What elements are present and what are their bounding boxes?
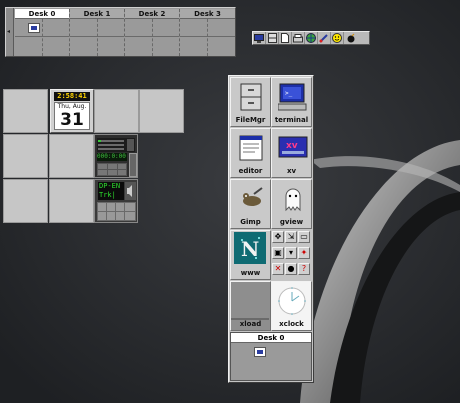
day-number: 31 bbox=[60, 110, 84, 130]
resize-icon[interactable]: ⇲ bbox=[285, 231, 297, 243]
empty-slot bbox=[3, 134, 48, 178]
clock-time: 2:58:41 bbox=[54, 92, 90, 101]
mini-pager[interactable]: Desk 0 bbox=[230, 332, 312, 381]
monitor-icon[interactable] bbox=[253, 32, 266, 44]
desk-label: Desk 0 bbox=[15, 9, 69, 19]
globe-icon[interactable] bbox=[305, 32, 318, 44]
desk-2[interactable]: Desk 2 bbox=[125, 9, 180, 56]
mixer-applet[interactable]: DP-EN Trk| bbox=[94, 179, 138, 223]
cd-player-applet[interactable]: 000:0:00 bbox=[94, 134, 138, 178]
bomb-icon[interactable] bbox=[344, 32, 357, 44]
empty-slot bbox=[3, 89, 48, 133]
analog-clock-icon bbox=[278, 287, 306, 315]
cabinet-icon[interactable] bbox=[266, 32, 279, 44]
desk-area bbox=[15, 19, 69, 56]
bomb-icon[interactable]: ● bbox=[285, 263, 297, 275]
document-icon[interactable] bbox=[279, 32, 292, 44]
filemgr-button[interactable]: FileMgr bbox=[230, 77, 271, 127]
printer-icon[interactable] bbox=[292, 32, 305, 44]
desk-label: Desk 1 bbox=[70, 9, 124, 19]
iconify-icon[interactable]: ▾ bbox=[285, 247, 297, 259]
empty-slot bbox=[49, 134, 94, 178]
button-label: terminal bbox=[274, 116, 309, 124]
button-label: gview bbox=[279, 218, 304, 226]
terminal-icon: >_ bbox=[278, 83, 307, 111]
date-clock-applet[interactable]: 2:58:41 Thu, Aug. 31 bbox=[50, 89, 94, 133]
netscape-icon: N bbox=[234, 232, 266, 264]
desk-0[interactable]: Desk 0 bbox=[15, 9, 70, 56]
window-icon[interactable]: ▭ bbox=[298, 231, 310, 243]
desk-label: Desk 2 bbox=[125, 9, 179, 19]
empty-slot bbox=[3, 179, 48, 223]
speaker-icon bbox=[125, 182, 136, 200]
terminal-button[interactable]: >_ terminal bbox=[271, 77, 312, 127]
eject-button-icon[interactable] bbox=[129, 153, 137, 177]
desk-area bbox=[180, 19, 235, 56]
desk-1[interactable]: Desk 1 bbox=[70, 9, 125, 56]
mixer-buttons-icon[interactable] bbox=[97, 202, 136, 221]
xload-graph-icon bbox=[231, 282, 269, 320]
mixer-line-1: DP-EN bbox=[99, 182, 121, 190]
xv-button[interactable]: xv xv bbox=[271, 128, 312, 178]
xclock-button[interactable]: xclock bbox=[271, 281, 312, 331]
arrow-left-icon: ◂ bbox=[7, 28, 11, 35]
help-icon[interactable]: ? bbox=[298, 263, 310, 275]
svg-text:>_: >_ bbox=[285, 90, 293, 97]
smiley-icon[interactable] bbox=[331, 32, 344, 44]
mixer-display: DP-EN Trk| bbox=[98, 182, 124, 200]
gimp-button[interactable]: Gimp bbox=[230, 179, 271, 229]
www-button[interactable]: N www bbox=[230, 230, 271, 280]
desk-label: Desk 3 bbox=[180, 9, 235, 19]
button-label: FileMgr bbox=[235, 116, 266, 124]
desk-area bbox=[125, 19, 179, 56]
svg-text:N: N bbox=[241, 237, 259, 261]
cd-time-display: 000:0:00 bbox=[97, 153, 127, 161]
mini-pager-label: Desk 0 bbox=[231, 333, 311, 343]
gview-button[interactable]: gview bbox=[271, 179, 312, 229]
cd-controls-icon[interactable] bbox=[97, 163, 127, 176]
gimp-icon bbox=[243, 187, 263, 206]
launcher-panel: FileMgr >_ terminal editor xv xv Gimp gv… bbox=[228, 75, 314, 383]
empty-slot bbox=[139, 89, 184, 133]
button-label: Gimp bbox=[240, 218, 261, 226]
svg-text:xv: xv bbox=[286, 141, 298, 151]
button-label: editor bbox=[238, 167, 263, 175]
editor-icon bbox=[239, 135, 263, 161]
editor-button[interactable]: editor bbox=[230, 128, 271, 178]
maximize-icon[interactable]: ▣ bbox=[272, 247, 284, 259]
mixer-line-2: Trk| bbox=[99, 191, 116, 199]
button-label: xclock bbox=[279, 320, 304, 328]
xv-icon: xv bbox=[278, 136, 308, 158]
button-label: www bbox=[240, 269, 261, 277]
desk-3[interactable]: Desk 3 bbox=[180, 9, 235, 56]
xload-button[interactable]: xload bbox=[230, 281, 271, 331]
empty-slot bbox=[49, 179, 94, 223]
button-label: xv bbox=[286, 167, 297, 175]
move-icon[interactable]: ✥ bbox=[272, 231, 284, 243]
mini-window-icon[interactable] bbox=[254, 347, 266, 357]
button-label: xload bbox=[239, 320, 262, 328]
close-icon[interactable]: ✕ bbox=[272, 263, 284, 275]
pager-handle[interactable]: ◂ bbox=[6, 8, 14, 56]
paint-icon[interactable] bbox=[318, 32, 331, 44]
pin-icon[interactable]: ✦ bbox=[298, 247, 310, 259]
icon-toolbar bbox=[252, 31, 370, 45]
ghost-icon bbox=[285, 188, 301, 212]
file-cabinet-icon bbox=[240, 83, 262, 111]
calendar-day: Thu, Aug. 31 bbox=[54, 102, 90, 130]
equalizer-bars-icon bbox=[97, 138, 135, 152]
desk-area bbox=[70, 19, 124, 56]
mini-window-icon[interactable] bbox=[28, 23, 40, 33]
empty-slot bbox=[94, 89, 139, 133]
desktop-pager: ◂ Desk 0 Desk 1 Desk 2 Desk 3 bbox=[5, 7, 236, 57]
